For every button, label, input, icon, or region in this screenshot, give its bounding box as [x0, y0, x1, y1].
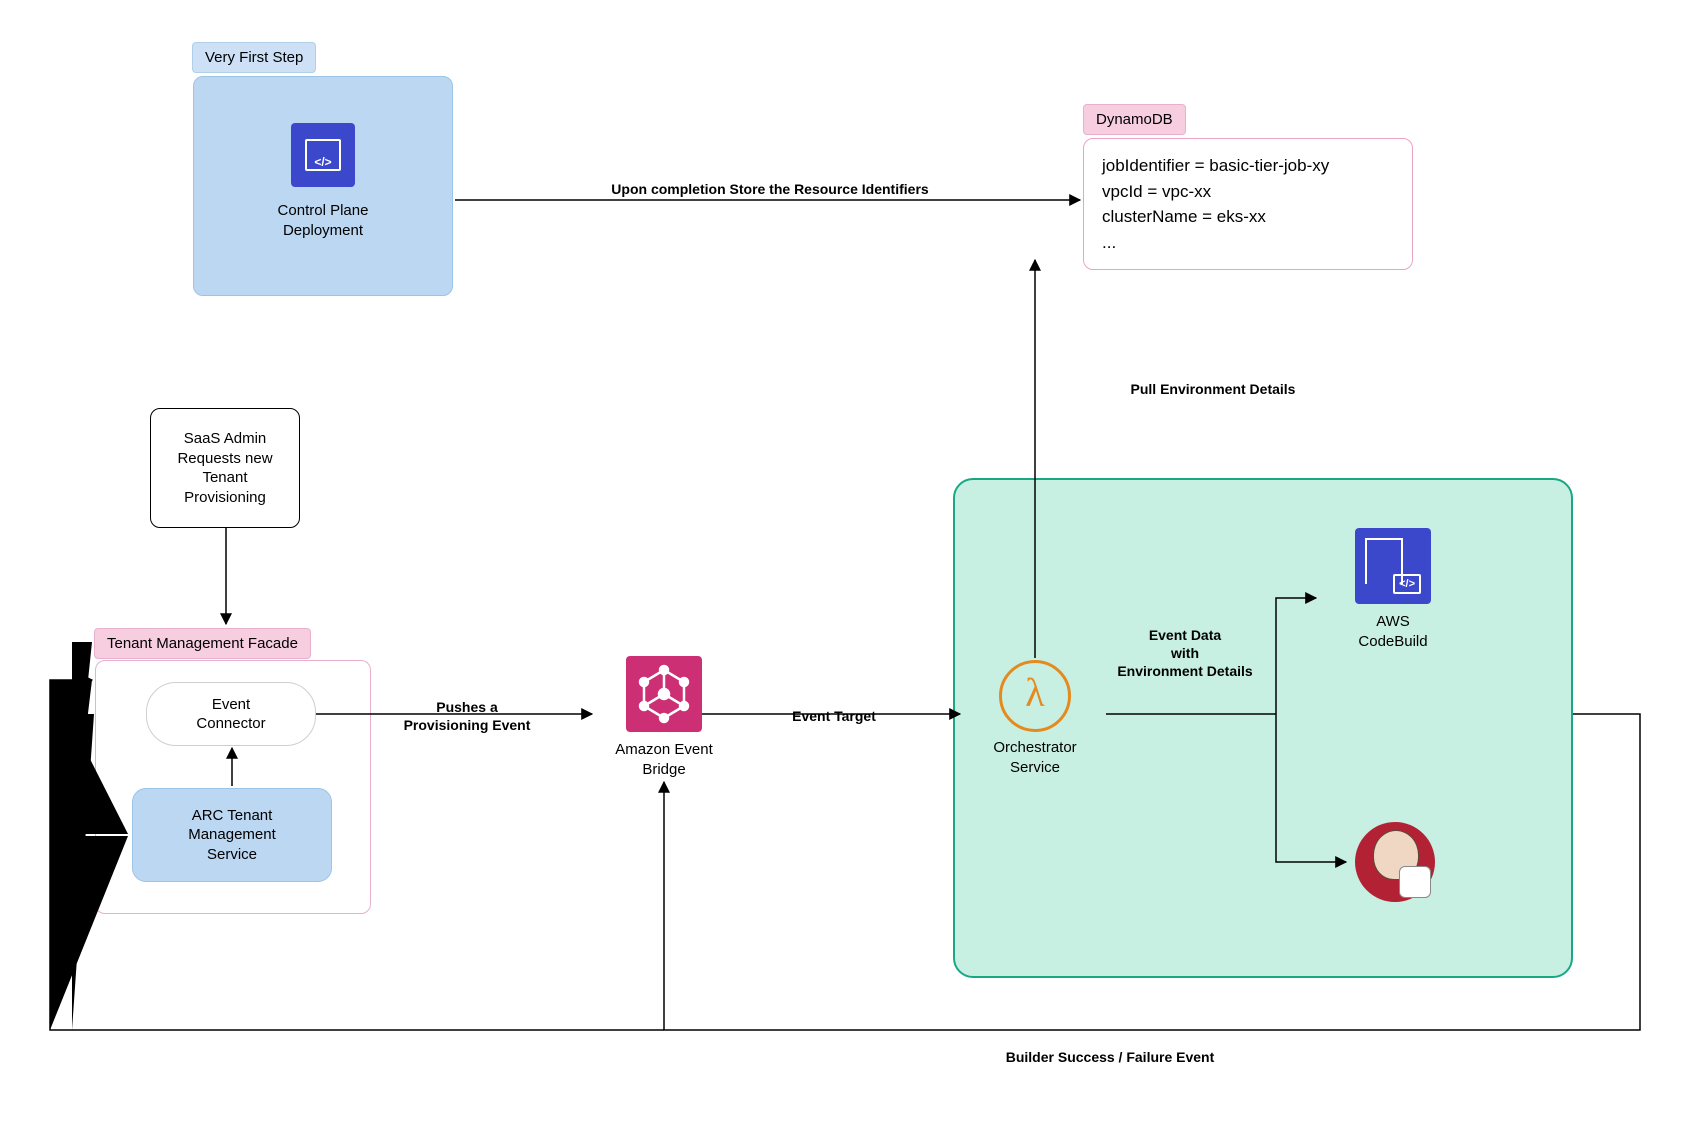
control-plane-label: Control Plane Deployment — [194, 201, 452, 240]
event-connector-node: Event Connector — [146, 682, 316, 746]
jenkins-node — [1350, 822, 1440, 902]
codebuild-icon — [1355, 528, 1431, 604]
edge-label-builder-result: Builder Success / Failure Event — [950, 1048, 1270, 1066]
tag-tenant-facade: Tenant Management Facade — [94, 628, 311, 659]
codebuild-label: AWS CodeBuild — [1318, 612, 1468, 651]
dynamo-line-3: clusterName = eks-xx — [1102, 204, 1394, 230]
dynamo-line-1: jobIdentifier = basic-tier-job-xy — [1102, 153, 1394, 179]
jenkins-icon — [1355, 822, 1435, 902]
dynamo-line-4: ... — [1102, 230, 1394, 256]
tag-very-first-step: Very First Step — [192, 42, 316, 73]
event-bridge-node: Amazon Event Bridge — [594, 656, 734, 779]
control-plane-box: Control Plane Deployment — [193, 76, 453, 296]
event-bridge-label: Amazon Event Bridge — [594, 740, 734, 779]
deployment-icon — [291, 123, 355, 187]
event-bridge-icon — [626, 656, 702, 732]
orchestrator-label: Orchestrator Service — [965, 738, 1105, 777]
arc-tenant-node: ARC Tenant Management Service — [132, 788, 332, 882]
edge-label-event-data: Event Data with Environment Details — [1100, 626, 1270, 681]
edge-label-event-target: Event Target — [764, 707, 904, 725]
tag-dynamodb: DynamoDB — [1083, 104, 1186, 135]
codebuild-node: AWS CodeBuild — [1318, 528, 1468, 651]
dynamodb-record-box: jobIdentifier = basic-tier-job-xy vpcId … — [1083, 138, 1413, 270]
edge-label-pull-env: Pull Environment Details — [1108, 380, 1318, 398]
edge-label-pushes-event: Pushes a Provisioning Event — [382, 698, 552, 734]
dynamo-line-2: vpcId = vpc-xx — [1102, 179, 1394, 205]
edge-label-store-resource: Upon completion Store the Resource Ident… — [570, 180, 970, 198]
saas-admin-box: SaaS Admin Requests new Tenant Provision… — [150, 408, 300, 528]
orchestrator-node: Orchestrator Service — [965, 660, 1105, 777]
lambda-icon — [999, 660, 1071, 732]
